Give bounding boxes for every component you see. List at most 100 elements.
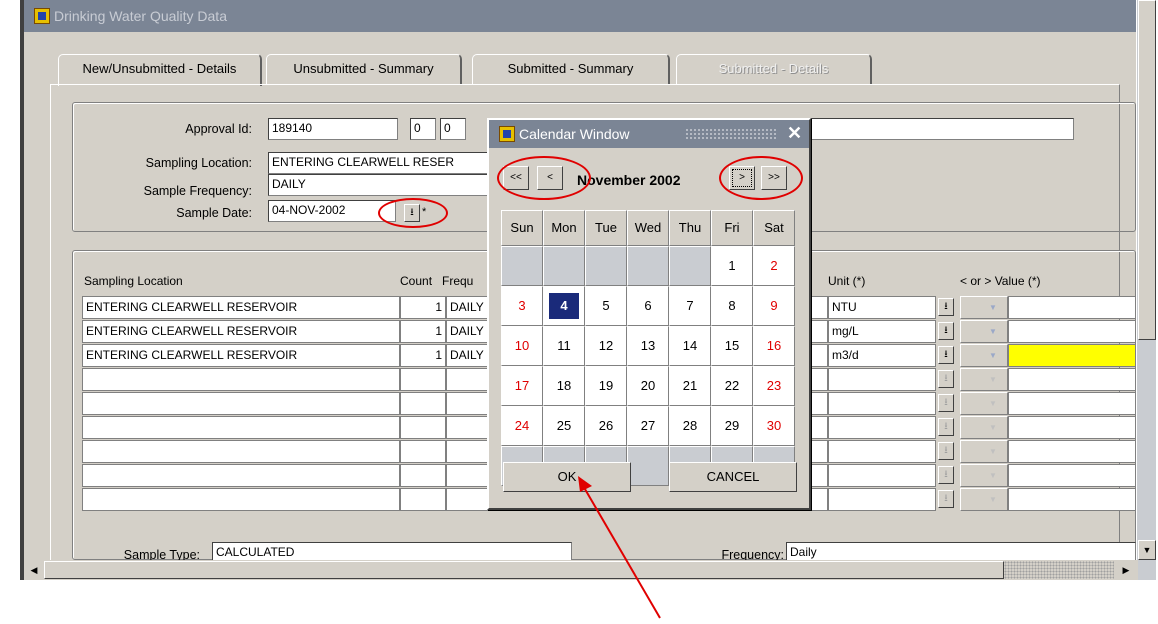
row-unit-cell[interactable] <box>828 368 936 391</box>
scroll-right-arrow-icon[interactable]: ▶ <box>1116 561 1136 579</box>
row-count-cell[interactable]: 1 <box>400 296 446 319</box>
comparator-select[interactable]: ▼ <box>960 488 1008 511</box>
scroll-down-arrow-icon[interactable]: ▼ <box>1138 540 1156 560</box>
day-cell[interactable]: 10 <box>501 326 543 366</box>
row-count-cell[interactable] <box>400 368 446 391</box>
day-cell[interactable]: 27 <box>627 406 669 446</box>
row-location-cell[interactable] <box>82 392 400 415</box>
unit-dropdown-arrow-icon[interactable]: ⭳ <box>938 298 954 316</box>
row-unit-cell[interactable]: m3/d <box>828 344 936 367</box>
comparator-select[interactable]: ▼ <box>960 320 1008 343</box>
row-unit-cell[interactable]: mg/L <box>828 320 936 343</box>
unit-dropdown-arrow-icon[interactable]: ⭳ <box>938 346 954 364</box>
comparator-select[interactable]: ▼ <box>960 464 1008 487</box>
row-value-cell[interactable] <box>1008 440 1136 463</box>
day-cell[interactable]: 21 <box>669 366 711 406</box>
vertical-scrollbar[interactable]: ▼ <box>1136 0 1156 580</box>
row-value-cell[interactable] <box>1008 392 1136 415</box>
row-value-cell[interactable] <box>1008 344 1136 367</box>
row-unit-cell[interactable] <box>828 416 936 439</box>
day-cell[interactable]: 19 <box>585 366 627 406</box>
unit-dropdown-arrow-icon[interactable]: ⭳ <box>938 490 954 508</box>
tab-submitted-summary[interactable]: Submitted - Summary <box>472 54 670 84</box>
day-cell[interactable]: 14 <box>669 326 711 366</box>
unit-dropdown-arrow-icon[interactable]: ⭳ <box>938 466 954 484</box>
day-cell[interactable]: 24 <box>501 406 543 446</box>
tab-new-unsubmitted-details[interactable]: New/Unsubmitted - Details <box>58 54 262 86</box>
row-count-cell[interactable]: 1 <box>400 344 446 367</box>
row-count-cell[interactable] <box>400 416 446 439</box>
day-cell[interactable]: 18 <box>543 366 585 406</box>
unit-dropdown-arrow-icon[interactable]: ⭳ <box>938 442 954 460</box>
day-cell[interactable]: 4 <box>543 286 585 326</box>
row-location-cell[interactable] <box>82 416 400 439</box>
row-unit-cell[interactable] <box>828 392 936 415</box>
row-value-cell[interactable] <box>1008 368 1136 391</box>
row-location-cell[interactable] <box>82 440 400 463</box>
row-value-cell[interactable] <box>1008 320 1136 343</box>
hscroll-thumb[interactable] <box>44 561 1004 579</box>
day-cell[interactable]: 2 <box>753 246 795 286</box>
unit-dropdown-arrow-icon[interactable]: ⭳ <box>938 394 954 412</box>
day-cell[interactable]: 23 <box>753 366 795 406</box>
unit-dropdown-arrow-icon[interactable]: ⭳ <box>938 370 954 388</box>
row-value-cell[interactable] <box>1008 296 1136 319</box>
row-value-cell[interactable] <box>1008 464 1136 487</box>
sampling-location-field[interactable]: ENTERING CLEARWELL RESER <box>268 152 498 174</box>
day-cell[interactable]: 22 <box>711 366 753 406</box>
comparator-select[interactable]: ▼ <box>960 392 1008 415</box>
comparator-select[interactable]: ▼ <box>960 368 1008 391</box>
unit-dropdown-arrow-icon[interactable]: ⭳ <box>938 322 954 340</box>
day-cell[interactable]: 9 <box>753 286 795 326</box>
day-cell[interactable]: 16 <box>753 326 795 366</box>
unit-dropdown-arrow-icon[interactable]: ⭳ <box>938 418 954 436</box>
comparator-select[interactable]: ▼ <box>960 416 1008 439</box>
day-cell[interactable]: 13 <box>627 326 669 366</box>
comparator-select[interactable]: ▼ <box>960 344 1008 367</box>
close-icon[interactable]: ✕ <box>787 123 802 144</box>
tab-unsubmitted-summary[interactable]: Unsubmitted - Summary <box>266 54 462 84</box>
row-value-cell[interactable] <box>1008 488 1136 511</box>
scroll-left-arrow-icon[interactable]: ◀ <box>24 561 44 579</box>
row-count-cell[interactable]: 1 <box>400 320 446 343</box>
approval-id-field[interactable]: 189140 <box>268 118 398 140</box>
day-cell[interactable]: 6 <box>627 286 669 326</box>
day-cell[interactable]: 5 <box>585 286 627 326</box>
day-cell[interactable]: 28 <box>669 406 711 446</box>
day-cell[interactable]: 11 <box>543 326 585 366</box>
row-location-cell[interactable]: ENTERING CLEARWELL RESERVOIR <box>82 344 400 367</box>
day-cell[interactable]: 1 <box>711 246 753 286</box>
day-cell[interactable]: 3 <box>501 286 543 326</box>
day-cell[interactable]: 12 <box>585 326 627 366</box>
approval-sub-field-2[interactable]: 0 <box>440 118 466 140</box>
row-unit-cell[interactable]: NTU <box>828 296 936 319</box>
comparator-select[interactable]: ▼ <box>960 296 1008 319</box>
sample-frequency-field[interactable]: DAILY <box>268 174 498 196</box>
day-cell[interactable]: 20 <box>627 366 669 406</box>
row-count-cell[interactable] <box>400 440 446 463</box>
row-value-cell[interactable] <box>1008 416 1136 439</box>
day-cell[interactable]: 29 <box>711 406 753 446</box>
approval-sub-field-1[interactable]: 0 <box>410 118 436 140</box>
day-cell[interactable]: 30 <box>753 406 795 446</box>
sample-date-field[interactable]: 04-NOV-2002 <box>268 200 396 222</box>
row-location-cell[interactable]: ENTERING CLEARWELL RESERVOIR <box>82 296 400 319</box>
approval-extra-field[interactable] <box>810 118 1074 140</box>
day-cell[interactable]: 7 <box>669 286 711 326</box>
row-count-cell[interactable] <box>400 464 446 487</box>
day-cell[interactable]: 17 <box>501 366 543 406</box>
row-count-cell[interactable] <box>400 392 446 415</box>
row-count-cell[interactable] <box>400 488 446 511</box>
row-location-cell[interactable] <box>82 488 400 511</box>
cancel-button[interactable]: CANCEL <box>669 462 797 492</box>
row-unit-cell[interactable] <box>828 440 936 463</box>
row-location-cell[interactable]: ENTERING CLEARWELL RESERVOIR <box>82 320 400 343</box>
day-cell[interactable]: 15 <box>711 326 753 366</box>
day-cell[interactable]: 25 <box>543 406 585 446</box>
row-unit-cell[interactable] <box>828 464 936 487</box>
row-location-cell[interactable] <box>82 368 400 391</box>
day-cell[interactable]: 26 <box>585 406 627 446</box>
row-location-cell[interactable] <box>82 464 400 487</box>
row-unit-cell[interactable] <box>828 488 936 511</box>
scrollbar-thumb[interactable] <box>1138 0 1156 340</box>
